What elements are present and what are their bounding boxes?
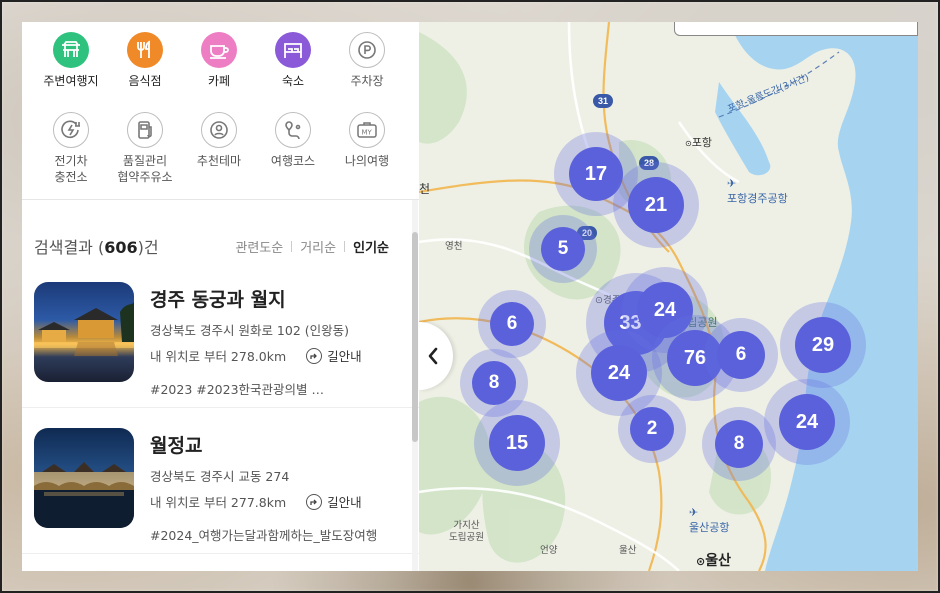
cluster-count: 21 [628,177,684,233]
route-icon [275,111,311,148]
category-grid: 주변여행지 음식점 카페 숙소 주차장 전기차 충전소 품질관리 협약주유소 추… [22,22,419,200]
search-panel: 주변여행지 음식점 카페 숙소 주차장 전기차 충전소 품질관리 협약주유소 추… [22,22,419,571]
cluster-count: 8 [472,361,516,405]
cluster-count: 24 [591,345,647,401]
theme-icon [201,111,237,148]
airport-icon: ✈ [727,177,737,190]
map-top-bar [674,22,918,36]
sort-options: 관련도순 거리순 인기순 [235,237,389,256]
item-distance: 내 위치로 부터 277.8km [150,495,287,510]
map-cluster-marker[interactable]: 21 [613,162,699,248]
map-label-gajisan: 가지산 도립공원 [449,520,484,543]
directions-button[interactable]: 길안내 [306,492,362,511]
svg-text:MY: MY [362,128,373,136]
category-course[interactable]: 여행코스 [256,111,330,200]
map-cluster-marker[interactable]: 6 [704,318,778,392]
item-thumbnail[interactable] [34,428,134,528]
category-label: 주차장 [350,74,384,88]
bed-icon [275,32,311,68]
parking-icon [349,32,385,68]
item-distance: 내 위치로 부터 278.0km [150,349,287,364]
category-nearby-tour[interactable]: 주변여행지 [34,32,108,104]
map-label-pohang-airport: ✈ 포항경주공항 [727,177,788,205]
cluster-count: 6 [717,331,765,379]
map-label-ulsan-airport: ✈ 울산공항 [689,506,730,534]
category-label: 나의여행 [344,153,390,168]
cluster-count: 2 [630,407,674,451]
category-gas-station[interactable]: 품질관리 협약주유소 [108,111,182,200]
category-my-trip[interactable]: MY 나의여행 [330,111,404,200]
map-cluster-marker[interactable]: 15 [474,400,560,486]
divider [291,240,293,252]
directions-icon [306,347,323,364]
map-cluster-marker[interactable]: 2 [618,395,686,463]
directions-label: 길안내 [327,349,362,364]
item-tags[interactable]: #2024_여행가는달과함께하는_발도장여행 [150,525,400,544]
category-restaurant[interactable]: 음식점 [108,32,182,104]
category-label: 음식점 [128,74,162,88]
map-label-pohang: ⊙포항 [685,136,712,149]
cluster-count: 8 [715,420,763,468]
category-label: 품질관리 협약주유소 [117,153,173,184]
airport-icon: ✈ [689,506,699,519]
gas-station-icon [127,111,163,148]
list-item[interactable]: 월정교 경상북도 경주시 교동 274 내 위치로 부터 277.8km 길안내… [22,408,419,554]
map-view[interactable]: 31 28 20 ⊙포항 ✈포항경주공항 ⊙경주 국립공원 ⊙울산 ✈울산공항 … [419,22,918,571]
category-label: 추천테마 [196,153,242,168]
category-ev-charger[interactable]: 전기차 충전소 [34,111,108,200]
sort-popular-button[interactable]: 인기순 [353,237,389,256]
map-label-yeongcheon: 영천 [445,241,463,252]
category-label: 여행코스 [270,153,316,168]
map-cluster-marker[interactable]: 5 [529,215,597,283]
results-header: 검색결과 (606)건 관련도순 거리순 인기순 [22,200,419,262]
sort-distance-button[interactable]: 거리순 [300,237,336,256]
category-label: 숙소 [281,74,305,88]
cafe-icon [201,32,237,68]
map-label-eonyang: 언양 [540,545,558,556]
item-title[interactable]: 경주 동궁과 월지 [150,285,384,312]
category-lodging[interactable]: 숙소 [256,32,330,104]
category-label: 카페 [207,74,231,88]
tour-icon [53,32,89,68]
category-parking[interactable]: 주차장 [330,32,404,104]
map-label-ulsan-ic: 울산 [619,545,637,556]
cluster-count: 5 [541,227,585,271]
map-cluster-marker[interactable]: 6 [478,290,546,358]
item-thumbnail[interactable] [34,282,134,382]
map-cluster-marker[interactable]: 29 [780,302,866,388]
map-label-cheon: 천 [419,182,431,196]
cluster-count: 24 [779,394,835,450]
divider [344,240,346,252]
ev-charger-icon [53,111,89,148]
directions-label: 길안내 [327,495,362,510]
scrollbar-thumb[interactable] [412,232,418,442]
category-cafe[interactable]: 카페 [182,32,256,104]
cluster-count: 6 [490,302,534,346]
results-count: 검색결과 (606)건 [34,238,159,257]
chevron-left-icon [428,347,438,365]
category-label: 전기차 충전소 [54,153,88,184]
item-title[interactable]: 월정교 [150,431,384,458]
map-label-ulsan: ⊙울산 [696,553,731,569]
food-icon [127,32,163,68]
item-address: 경상북도 경주시 원화로 102 (인왕동) [150,323,350,338]
cluster-count: 15 [489,415,545,471]
cluster-count: 29 [795,317,851,373]
category-label: 주변여행지 [43,74,99,88]
directions-button[interactable]: 길안내 [306,346,362,365]
map-cluster-marker[interactable]: 24 [764,379,850,465]
list-item[interactable]: 경주 동궁과 월지 경상북도 경주시 원화로 102 (인왕동) 내 위치로 부… [22,262,419,408]
directions-icon [306,493,323,510]
item-address: 경상북도 경주시 교동 274 [150,469,290,484]
sort-related-button[interactable]: 관련도순 [235,237,283,256]
road-badge-31: 31 [598,96,608,106]
item-tags[interactable]: #2023 #2023한국관광의별 … [150,379,400,398]
my-trip-icon: MY [349,111,385,148]
category-theme[interactable]: 추천테마 [182,111,256,200]
